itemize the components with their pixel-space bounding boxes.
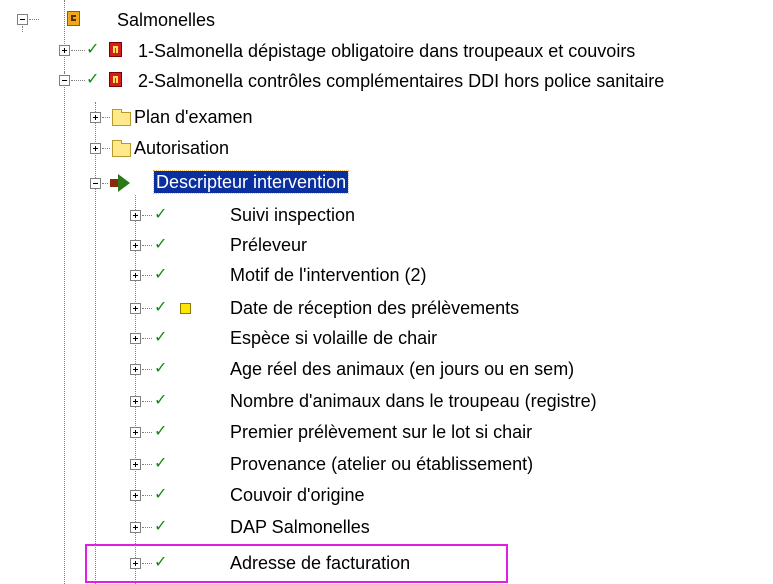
tree-connector xyxy=(142,369,152,370)
tree-connector xyxy=(142,245,152,246)
descriptor-item[interactable]: ✓ DAP Salmonelles xyxy=(0,514,773,542)
tree-connector xyxy=(142,215,152,216)
check-icon: ✓ xyxy=(154,392,168,409)
expand-toggle[interactable] xyxy=(130,522,141,533)
descriptor-item[interactable]: ✓ Provenance (atelier ou établissement) xyxy=(0,451,773,479)
tree-connector xyxy=(102,148,110,149)
expand-toggle[interactable] xyxy=(130,210,141,221)
yellow-square-icon xyxy=(180,303,191,314)
descriptor-item[interactable]: ✓ Couvoir d'origine xyxy=(0,482,773,510)
report-folder-icon xyxy=(67,11,80,26)
tree-node-label: DAP Salmonelles xyxy=(230,517,370,537)
folder-icon xyxy=(112,140,131,157)
expand-toggle[interactable] xyxy=(90,112,101,123)
tree-connector xyxy=(102,183,108,184)
tree-node-label: Motif de l'intervention (2) xyxy=(230,265,427,285)
check-icon: ✓ xyxy=(154,266,168,283)
descriptor-item[interactable]: ✓ Nombre d'animaux dans le troupeau (reg… xyxy=(0,388,773,416)
folder-icon xyxy=(112,109,131,126)
tree-connector xyxy=(71,50,85,51)
check-icon: ✓ xyxy=(86,41,100,58)
tree-node-salmonella-1[interactable]: ✓ 1-Salmonella dépistage obligatoire dan… xyxy=(0,37,773,65)
tree-node-label: Préleveur xyxy=(230,235,308,255)
check-icon: ✓ xyxy=(154,486,168,503)
tree-node-label: 2-Salmonella contrôles complémentaires D… xyxy=(138,71,665,91)
expand-toggle[interactable] xyxy=(130,270,141,281)
check-icon: ✓ xyxy=(154,455,168,472)
descriptor-item[interactable]: ✓ Age réel des animaux (en jours ou en s… xyxy=(0,356,773,384)
tree-node-autorisation[interactable]: Autorisation xyxy=(0,135,773,163)
check-icon: ✓ xyxy=(154,206,168,223)
tree-node-label: Age réel des animaux (en jours ou en sem… xyxy=(230,359,575,379)
tree-connector xyxy=(142,464,152,465)
annotation-highlight-box xyxy=(85,544,508,583)
descriptor-item[interactable]: ✓ Motif de l'intervention (2) xyxy=(0,262,773,290)
tree-node-label-selected: Descripteur intervention xyxy=(152,170,350,194)
tree-node-salmonella-2[interactable]: ✓ 2-Salmonella contrôles complémentaires… xyxy=(0,67,773,95)
check-icon: ✓ xyxy=(154,360,168,377)
tree-connector xyxy=(142,432,152,433)
descriptor-item[interactable]: ✓ Date de réception des prélèvements xyxy=(0,295,773,323)
tree-node-label: Provenance (atelier ou établissement) xyxy=(230,454,534,474)
expand-toggle[interactable] xyxy=(130,396,141,407)
tree-node-label: Date de réception des prélèvements xyxy=(230,298,520,318)
tree-connector xyxy=(142,308,152,309)
expand-toggle[interactable] xyxy=(130,240,141,251)
descriptor-item[interactable]: ✓ Préleveur xyxy=(0,232,773,260)
tree-node-label: Suivi inspection xyxy=(230,205,356,225)
tree-root-node[interactable]: Salmonelles xyxy=(0,6,773,34)
tree-node-label: 1-Salmonella dépistage obligatoire dans … xyxy=(138,41,636,61)
collapse-toggle[interactable] xyxy=(90,178,101,189)
tree-connector xyxy=(71,80,85,81)
descriptor-item[interactable]: ✓ Suivi inspection xyxy=(0,202,773,230)
collapse-toggle[interactable] xyxy=(17,14,28,25)
tree-connector xyxy=(29,19,39,20)
tree-view: Salmonelles ✓ 1-Salmonella dépistage obl… xyxy=(0,0,773,584)
tree-node-plan-examen[interactable]: Plan d'examen xyxy=(0,104,773,132)
check-icon: ✓ xyxy=(154,423,168,440)
expand-toggle[interactable] xyxy=(90,143,101,154)
tree-node-label: Plan d'examen xyxy=(134,107,253,127)
tree-node-label: Premier prélèvement sur le lot si chair xyxy=(230,422,533,442)
expand-toggle[interactable] xyxy=(130,364,141,375)
descriptor-item[interactable]: ✓ Espèce si volaille de chair xyxy=(0,325,773,353)
tree-connector xyxy=(142,495,152,496)
descriptor-item[interactable]: ✓ Premier prélèvement sur le lot si chai… xyxy=(0,419,773,447)
tree-connector xyxy=(102,117,110,118)
expand-toggle[interactable] xyxy=(130,490,141,501)
tree-node-label: Salmonelles xyxy=(117,10,216,30)
check-icon: ✓ xyxy=(154,329,168,346)
tree-node-label: Couvoir d'origine xyxy=(230,485,365,505)
check-icon: ✓ xyxy=(154,236,168,253)
report-icon xyxy=(109,42,122,57)
tree-node-label: Autorisation xyxy=(134,138,230,158)
collapse-toggle[interactable] xyxy=(59,75,70,86)
expand-toggle[interactable] xyxy=(130,333,141,344)
check-icon: ✓ xyxy=(86,71,100,88)
expand-toggle[interactable] xyxy=(130,303,141,314)
tree-node-label: Espèce si volaille de chair xyxy=(230,328,438,348)
tree-connector xyxy=(142,401,152,402)
expand-toggle[interactable] xyxy=(130,459,141,470)
tree-connector xyxy=(142,275,152,276)
check-icon: ✓ xyxy=(154,299,168,316)
green-arrow-head xyxy=(118,174,130,192)
expand-toggle[interactable] xyxy=(59,45,70,56)
expand-toggle[interactable] xyxy=(130,427,141,438)
check-icon: ✓ xyxy=(154,518,168,535)
report-icon xyxy=(109,72,122,87)
tree-connector xyxy=(142,338,152,339)
tree-node-descripteur-intervention[interactable]: Descripteur intervention xyxy=(0,170,773,198)
tree-node-label: Nombre d'animaux dans le troupeau (regis… xyxy=(230,391,597,411)
tree-connector xyxy=(142,527,152,528)
